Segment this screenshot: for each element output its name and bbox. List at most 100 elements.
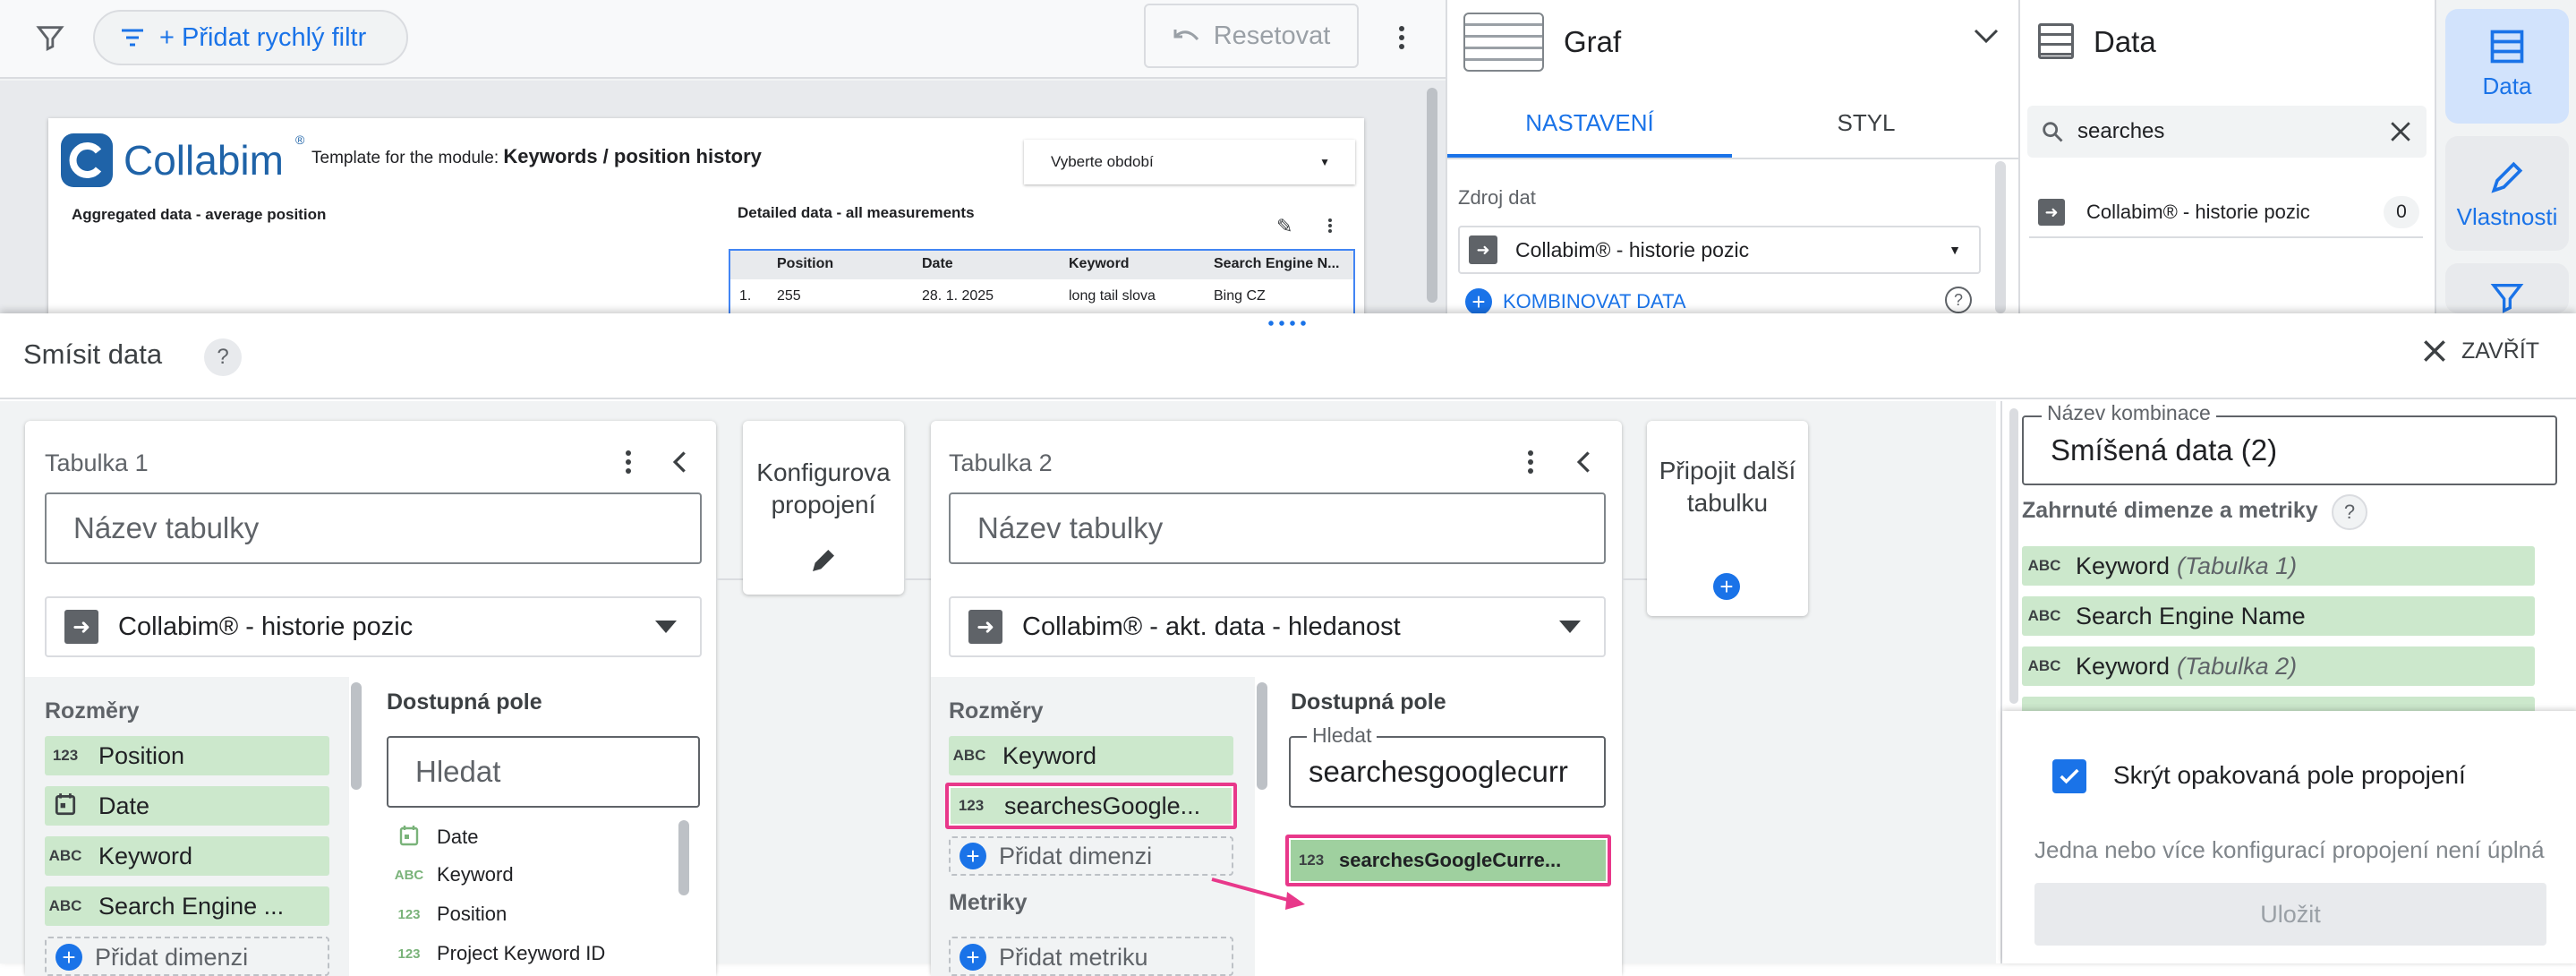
- period-select-value: Vyberte období: [1051, 153, 1154, 170]
- table-1-source-select[interactable]: ➜ Collabim® - historie pozic: [45, 596, 702, 657]
- resize-handle[interactable]: [1266, 321, 1309, 326]
- table-cell-position: 255: [777, 288, 801, 304]
- datasource-icon: ➜: [968, 610, 1002, 644]
- field-label: searchesGoogleCurre...: [1339, 849, 1562, 871]
- table-1-scrollbar[interactable]: [351, 682, 362, 790]
- template-module: Keywords / position history: [503, 145, 762, 167]
- table-2-name-input[interactable]: Název tabulky: [949, 492, 1606, 564]
- data-source-label: Zdroj dat: [1458, 186, 1536, 209]
- dimension-chip[interactable]: ABC Search Engine ...: [45, 886, 329, 926]
- table-2-source-select[interactable]: ➜ Collabim® - akt. data - hledanost: [949, 596, 1606, 657]
- field-label: Keyword: [437, 863, 514, 886]
- collapse-icon[interactable]: [1572, 448, 1597, 481]
- dimension-chip[interactable]: ABC Keyword: [45, 836, 329, 876]
- text-type-icon: ABC: [48, 847, 82, 864]
- text-type-icon: ABC: [2027, 657, 2061, 674]
- field-item-dragged[interactable]: 123 searchesGoogleCurre...: [1285, 835, 1611, 886]
- field-item[interactable]: Date: [387, 824, 478, 851]
- right-scrollbar[interactable]: [2009, 408, 2018, 704]
- dimension-chip[interactable]: 123 Position: [45, 736, 329, 775]
- table-2-label: Tabulka 2: [949, 449, 1053, 476]
- result-count: 0: [2384, 196, 2419, 228]
- table-header-engine[interactable]: Search Engine N...: [1214, 256, 1339, 272]
- add-icon: +: [960, 843, 986, 869]
- dimension-label: Keyword: [1002, 741, 1097, 769]
- add-dimension-button[interactable]: + Přidat dimenzi: [45, 937, 329, 976]
- data-panel-title: Data: [2094, 25, 2156, 58]
- chevron-down-icon[interactable]: [1972, 25, 2000, 51]
- canvas-scrollbar[interactable]: [1427, 88, 1437, 303]
- logo-text: Collabim: [124, 137, 284, 184]
- rail-properties-label: Vlastnosti: [2456, 203, 2558, 230]
- hide-repeated-checkbox[interactable]: [2052, 759, 2086, 793]
- bottom-sheet: Skrýt opakovaná pole propojení Jedna neb…: [2002, 711, 2576, 963]
- field-item[interactable]: ABC Keyword: [387, 863, 514, 886]
- table-2-scrollbar[interactable]: [1257, 682, 1267, 790]
- field-item[interactable]: 123 Project Keyword ID: [387, 942, 605, 965]
- table-more-icon[interactable]: [1323, 215, 1337, 236]
- close-icon[interactable]: [2389, 120, 2412, 143]
- tab-style[interactable]: STYL: [1732, 93, 2000, 158]
- table-1-source-value: Collabim® - historie pozic: [118, 612, 414, 641]
- editor-background: + Přidat rychlý filtr Resetovat Collabim…: [0, 0, 2576, 338]
- check-icon: [2060, 768, 2079, 784]
- blend-data-link[interactable]: + KOMBINOVAT DATA: [1465, 288, 1686, 315]
- table-1-dims-label: Rozměry: [45, 698, 140, 723]
- filter-icon[interactable]: [30, 18, 70, 57]
- rail-filter-button[interactable]: [2445, 263, 2569, 313]
- data-source-select[interactable]: ➜ Collabim® - historie pozic ▼: [1458, 226, 1981, 274]
- dimension-chip[interactable]: ABC Keyword: [949, 736, 1233, 775]
- close-button[interactable]: ZAVŘÍT: [2420, 337, 2539, 365]
- more-icon[interactable]: [1386, 18, 1418, 57]
- configure-join-card[interactable]: Konfigurova propojení: [743, 421, 904, 595]
- table-1-field-search[interactable]: Hledat: [387, 736, 700, 808]
- tabs-divider: [1447, 158, 2018, 159]
- dimension-chip[interactable]: Date: [45, 786, 329, 826]
- chart-properties-panel: Graf NASTAVENÍ STYL Zdroj dat ➜ Collabim…: [1446, 0, 2018, 315]
- included-field[interactable]: ABC Search Engine Name: [2022, 596, 2535, 636]
- table-1-more-icon[interactable]: [619, 444, 637, 480]
- table-1-name-input[interactable]: Název tabulky: [45, 492, 702, 564]
- dimension-label: Keyword: [98, 842, 193, 869]
- table-header-date[interactable]: Date: [922, 256, 953, 272]
- field-search-input[interactable]: searches: [2027, 106, 2427, 158]
- hide-repeated-label: Skrýt opakovaná pole propojení: [2113, 761, 2466, 789]
- data-source-value: Collabim® - historie pozic: [1515, 237, 1750, 261]
- rail-data-button[interactable]: Data: [2445, 9, 2569, 124]
- combo-name-input[interactable]: Smíšená data (2): [2022, 415, 2557, 485]
- filter-list-icon: [115, 27, 150, 48]
- included-field[interactable]: ABC Keyword (Tabulka 1): [2022, 546, 2535, 586]
- field-search-float-label: Hledat: [1307, 723, 1378, 748]
- tab-settings[interactable]: NASTAVENÍ: [1447, 93, 1732, 158]
- add-table-card[interactable]: Připojit další tabulku +: [1647, 421, 1808, 616]
- rail-properties-button[interactable]: Vlastnosti: [2445, 136, 2569, 251]
- blend-data-label: KOMBINOVAT DATA: [1503, 290, 1686, 312]
- panel-scrollbar[interactable]: [1995, 161, 2006, 313]
- datasource-icon: ➜: [1469, 235, 1497, 264]
- data-source-result[interactable]: ➜ Collabim® - historie pozic 0: [2029, 188, 2423, 238]
- add-dimension-button[interactable]: + Přidat dimenzi: [949, 836, 1233, 876]
- collapse-icon[interactable]: [668, 448, 693, 481]
- undo-icon: [1173, 25, 1201, 47]
- save-button[interactable]: Uložit: [2034, 883, 2546, 946]
- add-icon: +: [1465, 288, 1492, 315]
- included-field[interactable]: ABC Keyword (Tabulka 2): [2022, 646, 2535, 686]
- fields-scrollbar[interactable]: [678, 820, 689, 895]
- chart-title: Graf: [1564, 25, 1622, 58]
- help-icon[interactable]: ?: [1945, 287, 1972, 313]
- number-type-icon: 123: [52, 747, 79, 764]
- field-item[interactable]: 123 Position: [387, 903, 507, 926]
- add-metric-button[interactable]: + Přidat metriku: [949, 937, 1233, 976]
- table-header-keyword[interactable]: Keyword: [1069, 256, 1130, 272]
- table-2-more-icon[interactable]: [1522, 444, 1540, 480]
- add-quick-filter-button[interactable]: + Přidat rychlý filtr: [93, 10, 408, 65]
- reset-button[interactable]: Resetovat: [1144, 4, 1359, 68]
- dimension-chip-highlighted[interactable]: 123 searchesGoogle...: [945, 783, 1237, 829]
- help-icon[interactable]: ?: [2332, 494, 2367, 530]
- table-header-position[interactable]: Position: [777, 256, 833, 272]
- period-select[interactable]: Vyberte období ▼: [1024, 140, 1355, 184]
- pencil-icon[interactable]: ✎: [1276, 215, 1292, 238]
- text-type-icon: ABC: [2027, 557, 2061, 574]
- included-field-partial[interactable]: [2022, 697, 2535, 711]
- help-icon[interactable]: ?: [204, 338, 242, 376]
